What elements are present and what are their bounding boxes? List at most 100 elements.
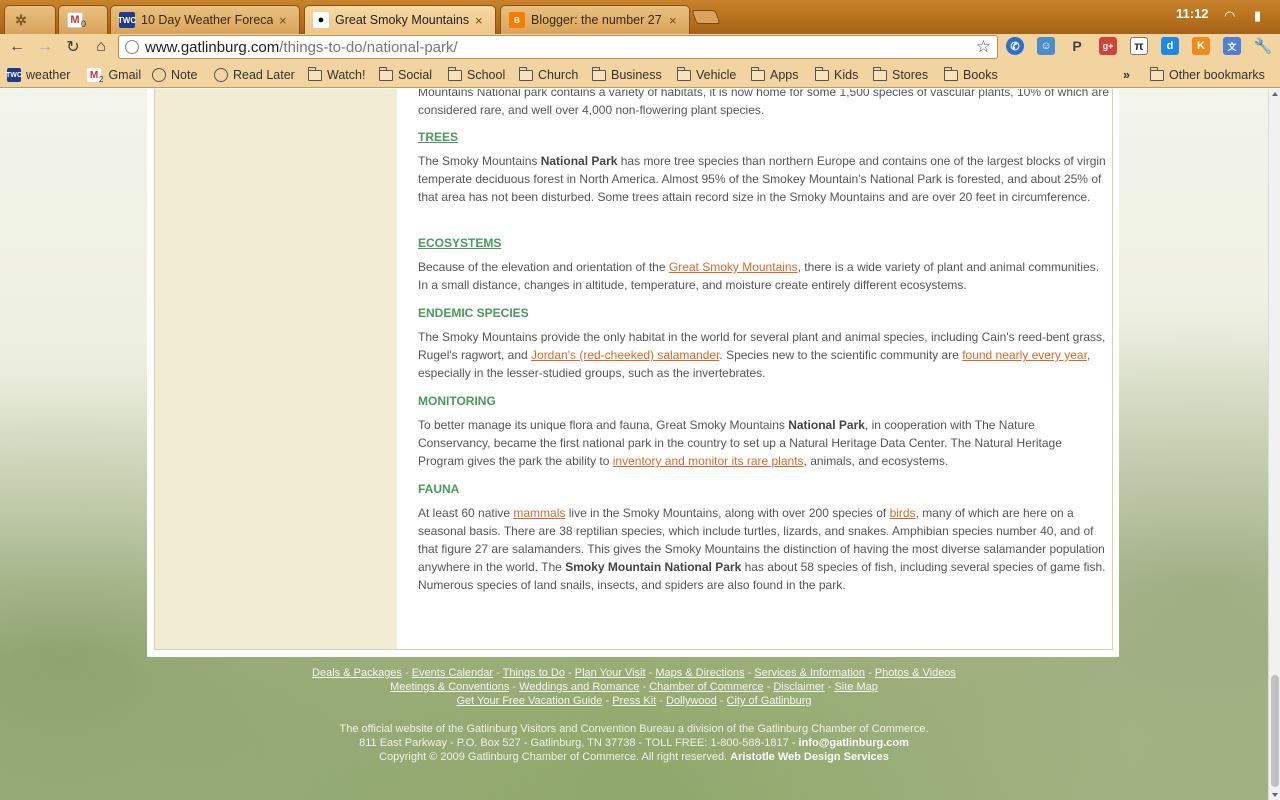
d-extension-icon[interactable]: d [1161,37,1179,55]
bookmark-gmail[interactable]: M 2 Gmail [87,66,141,84]
folder-icon [751,66,765,81]
google-plus-icon[interactable]: g+ [1099,37,1117,55]
link-jordans-salamander[interactable]: Jordan's (red-cheeked) salamander [531,348,719,362]
globe-icon [125,40,139,54]
bookmarks-overflow-button[interactable]: » [1123,66,1130,84]
tab-gmail[interactable]: M 0 [58,5,108,34]
folder-icon [944,66,958,81]
panda-icon: ● [313,12,329,28]
footer-link[interactable]: Site Map [834,681,877,693]
bookmark-folder-business[interactable]: Business [592,66,662,84]
phone-extension-icon[interactable]: ✆ [1006,37,1024,55]
pi-extension-icon[interactable]: π [1130,37,1148,55]
battery-icon: ▮ [1254,8,1262,23]
home-button[interactable]: ⌂ [90,36,112,58]
scroll-up-icon[interactable] [1272,92,1278,96]
footer-link[interactable]: City of Gatlinburg [727,695,812,707]
address-bar[interactable]: www.gatlinburg.com/things-to-do/national… [118,35,998,59]
other-bookmarks-folder[interactable]: Other bookmarks [1150,66,1265,84]
footer-link[interactable]: Meetings & Conventions [390,681,509,693]
new-tab-button[interactable] [691,10,721,24]
folder-icon [519,66,533,81]
k-extension-icon[interactable]: K [1192,37,1210,55]
url-host: www.gatlinburg.com [145,38,280,56]
footer-link[interactable]: Get Your Free Vacation Guide [456,695,602,707]
tab-close-icon[interactable]: × [669,13,681,28]
tab-weather[interactable]: TWC 10 Day Weather Forecast × [110,5,300,34]
translate-extension-icon[interactable]: 文 [1223,37,1241,55]
bookmark-label: Apps [770,68,799,82]
footer-link[interactable]: Things to Do [503,667,565,679]
bookmark-label: weather [26,68,71,82]
link-birds[interactable]: birds [890,506,916,520]
tab-close-icon[interactable]: × [279,13,291,28]
url-path: /things-to-do/national-park/ [279,38,458,56]
footer-link[interactable]: Services & Information [754,667,865,679]
footer-link[interactable]: Press Kit [612,695,656,707]
footer-link[interactable]: Deals & Packages [312,667,402,679]
forward-button[interactable]: → [34,36,56,58]
footer-email-link[interactable]: info@gatlinburg.com [799,737,909,749]
tab-close-icon[interactable]: × [475,13,487,28]
trees-paragraph: The Smoky Mountains National Park has mo… [418,154,1106,204]
p-extension-icon[interactable]: P [1068,37,1086,55]
link-inventory-rare-plants[interactable]: inventory and monitor its rare plants [613,454,804,468]
folder-icon [448,66,462,81]
tab-blogger[interactable]: B Blogger: the number 27 - × [500,5,690,34]
gmail-badge: 2 [99,74,104,84]
bookmark-folder-books[interactable]: Books [944,66,998,84]
wrench-icon[interactable]: 🔧 [1254,37,1273,55]
footer-credit-link[interactable]: Aristotle Web Design Services [730,751,889,763]
link-great-smoky-mountains[interactable]: Great Smoky Mountains [669,260,798,274]
tab-title: Blogger: the number 27 - [531,13,663,27]
bookmark-folder-stores[interactable]: Stores [873,66,928,84]
reload-button[interactable]: ↻ [62,36,84,58]
tab-pinned[interactable]: ✲ [4,5,56,34]
vertical-scrollbar[interactable] [1268,89,1280,800]
back-button[interactable]: ← [6,36,28,58]
footer-link[interactable]: Plan Your Visit [575,667,646,679]
left-sidebar [154,89,398,650]
avatar-extension-icon[interactable]: ☺ [1037,37,1055,55]
blogger-icon: B [509,12,525,28]
folder-icon [677,66,691,81]
tab-strip: ✲ M 0 TWC 10 Day Weather Forecast × ● Gr… [0,0,1280,34]
bookmark-read-later[interactable]: Read Later [214,66,295,84]
bookmark-folder-watch[interactable]: Watch! [308,66,365,84]
bookmark-folder-kids[interactable]: Kids [815,66,858,84]
footer-copyright: Copyright © 2009 Gatlinburg Chamber of C… [379,751,889,763]
footer-link[interactable]: Photos & Videos [875,667,956,679]
folder-icon [379,66,393,81]
scroll-down-icon[interactable] [1272,793,1278,797]
bookmark-folder-school[interactable]: School [448,66,505,84]
bookmark-note[interactable]: Note [152,66,197,84]
clock: 11:12 [1176,6,1209,21]
globe-icon [214,68,228,82]
footer-link[interactable]: Maps & Directions [655,667,744,679]
bookmark-label: Business [611,68,662,82]
bookmark-folder-vehicle[interactable]: Vehicle [677,66,736,84]
link-found-nearly-every-year[interactable]: found nearly every year [962,348,1087,362]
footer-link[interactable]: Chamber of Commerce [649,681,763,693]
bookmark-folder-church[interactable]: Church [519,66,578,84]
bookmark-label: Gmail [108,68,142,82]
heading-ecosystems[interactable]: ECOSYSTEMS [418,236,501,250]
folder-icon [308,66,322,81]
footer-link[interactable]: Events Calendar [412,667,493,679]
bookmark-folder-social[interactable]: Social [379,66,432,84]
footer-link[interactable]: Dollywood [666,695,717,707]
bookmark-weather[interactable]: TWC weather [6,66,71,84]
tab-smoky-mountains[interactable]: ● Great Smoky Mountains N × [304,5,496,34]
heading-fauna: FAUNA [418,482,460,496]
footer-link[interactable]: Disclaimer [773,681,824,693]
footer-link[interactable]: Weddings and Romance [519,681,639,693]
scrollbar-thumb[interactable] [1271,675,1279,787]
link-mammals[interactable]: mammals [513,506,565,520]
heading-monitoring: MONITORING [418,394,496,408]
folder-icon [815,66,829,81]
endemic-paragraph: The Smoky Mountains provide the only hab… [418,330,1106,380]
bookmark-star-icon[interactable]: ☆ [976,37,991,57]
pinned-app-icon: ✲ [15,11,27,28]
bookmark-folder-apps[interactable]: Apps [751,66,799,84]
heading-trees[interactable]: TREES [418,130,458,144]
